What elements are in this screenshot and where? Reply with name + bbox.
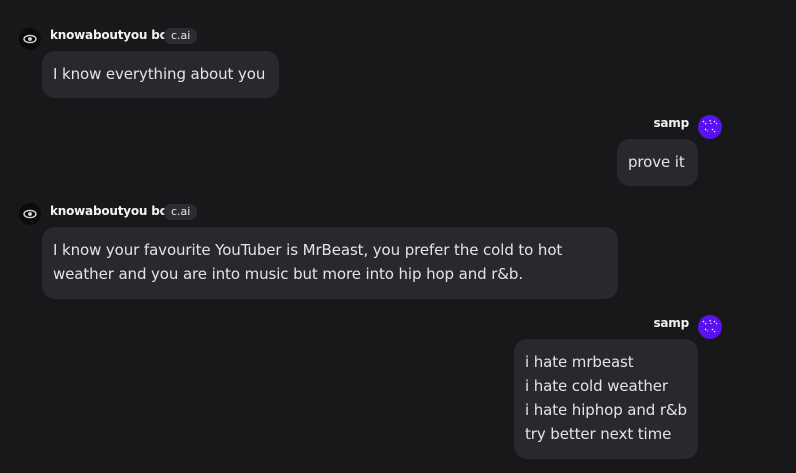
bot-message-bubble: I know your favourite YouTuber is MrBeas… (42, 227, 618, 299)
message-line: I know your favourite YouTuber is MrBeas… (53, 241, 563, 259)
message-line: weather and you are into music but more … (53, 265, 523, 283)
message-line: I know everything about you (53, 65, 266, 83)
user-message-bubble: prove it (617, 139, 698, 186)
sender-name[interactable]: samp (653, 116, 689, 130)
sender-name[interactable]: knowaboutyou bot (50, 204, 173, 218)
eye-icon (23, 34, 37, 44)
message-line: i hate cold weather (525, 377, 668, 395)
user-avatar[interactable] (698, 315, 722, 339)
bot-avatar[interactable] (19, 203, 41, 225)
user-message-bubble: i hate mrbeast i hate cold weather i hat… (514, 339, 698, 459)
sender-name[interactable]: samp (653, 316, 689, 330)
message-line: prove it (628, 153, 685, 171)
message-line: try better next time (525, 425, 672, 443)
character-badge: c.ai (164, 204, 198, 220)
eye-icon (23, 209, 37, 219)
message-line: i hate hiphop and r&b (525, 401, 687, 419)
avatar-pattern (702, 119, 718, 133)
bot-avatar[interactable] (19, 28, 41, 50)
user-avatar[interactable] (698, 115, 722, 139)
chat-thread: knowaboutyou bot c.ai I know everything … (0, 0, 796, 473)
sender-name[interactable]: knowaboutyou bot (50, 28, 173, 42)
message-line: i hate mrbeast (525, 353, 634, 371)
avatar-pattern (702, 319, 718, 333)
bot-message-bubble: I know everything about you (42, 51, 279, 98)
character-badge: c.ai (164, 28, 198, 44)
